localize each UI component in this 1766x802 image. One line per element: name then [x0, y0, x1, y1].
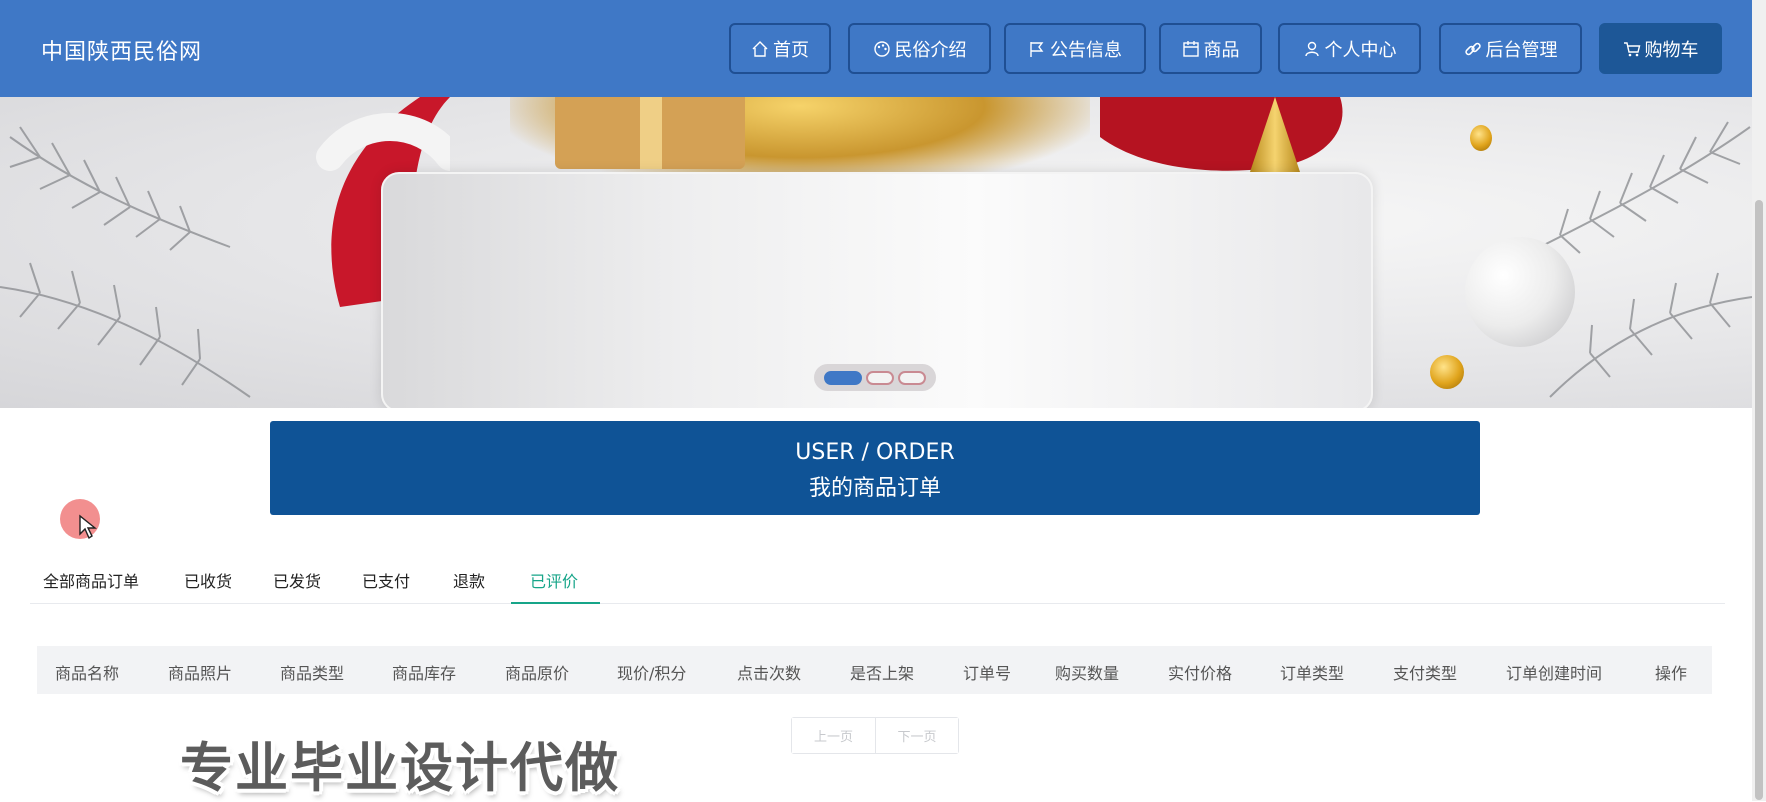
next-page-button[interactable]: 下一页	[875, 718, 958, 753]
nav-admin-label: 后台管理	[1485, 39, 1558, 61]
carousel-dot[interactable]	[898, 370, 926, 385]
column-header: 购买数量	[1055, 664, 1120, 683]
nav-announcement-button[interactable]: 公告信息	[1004, 23, 1146, 74]
page-scrollbar[interactable]	[1752, 0, 1766, 801]
tab-received[interactable]: 已收货	[184, 568, 232, 592]
column-header: 现价/积分	[617, 664, 687, 683]
tab-reviewed[interactable]: 已评价	[530, 568, 578, 592]
nav-home-label: 首页	[773, 39, 809, 61]
red-hat-image	[1100, 97, 1343, 171]
column-header: 订单号	[963, 664, 1012, 683]
prev-page-button[interactable]: 上一页	[792, 718, 875, 753]
gift-box-image	[555, 97, 745, 169]
site-brand[interactable]: 中国陕西民俗网	[41, 34, 202, 66]
carousel-dot[interactable]	[866, 370, 894, 385]
order-status-tabs: 全部商品订单 已收货 已发货 已支付 退款 已评价	[30, 556, 1725, 604]
carousel-indicators	[814, 364, 936, 391]
fern-decoration-left	[0, 126, 251, 398]
nav-user-center-label: 个人中心	[1324, 39, 1397, 61]
pearl-decoration	[1465, 237, 1575, 347]
flag-icon	[1028, 40, 1046, 58]
column-header: 支付类型	[1393, 664, 1458, 683]
nav-announcement-label: 公告信息	[1050, 39, 1122, 61]
column-header: 是否上架	[850, 664, 915, 683]
order-table-header: 商品名称 商品照片 商品类型 商品库存 商品原价 现价/积分 点击次数 是否上架…	[37, 646, 1712, 694]
nav-goods-label: 商品	[1203, 39, 1240, 61]
link-icon	[1464, 40, 1482, 58]
palette-icon	[873, 40, 891, 58]
column-header: 商品类型	[280, 664, 345, 683]
nav-cart-button[interactable]: 购物车	[1599, 23, 1722, 74]
column-header: 商品照片	[168, 664, 233, 683]
tab-shipped[interactable]: 已发货	[273, 568, 321, 592]
column-header: 点击次数	[737, 664, 802, 683]
nav-home-button[interactable]: 首页	[729, 23, 831, 74]
tab-refund[interactable]: 退款	[453, 568, 485, 592]
nav-folk-intro-label: 民俗介绍	[894, 39, 967, 61]
column-header: 实付价格	[1168, 664, 1233, 683]
tab-all-orders[interactable]: 全部商品订单	[43, 568, 139, 592]
watermark-text: 专业毕业设计代做	[180, 738, 620, 799]
calendar-icon	[1182, 40, 1200, 58]
active-tab-indicator	[511, 602, 600, 604]
column-header: 订单创建时间	[1506, 664, 1603, 683]
nav-folk-intro-button[interactable]: 民俗介绍	[848, 23, 991, 74]
gold-coin-decoration	[1470, 125, 1492, 151]
section-title-block: USER / ORDER 我的商品订单	[270, 421, 1480, 515]
column-header: 商品库存	[392, 664, 457, 683]
column-header: 操作	[1655, 664, 1688, 683]
user-icon	[1303, 40, 1321, 58]
column-header: 商品名称	[55, 664, 120, 683]
carousel-dot[interactable]	[824, 370, 862, 385]
banner-carousel[interactable]	[0, 97, 1752, 408]
gold-coin-decoration	[1430, 355, 1464, 389]
nav-user-center-button[interactable]: 个人中心	[1278, 23, 1421, 74]
nav-cart-label: 购物车	[1644, 39, 1699, 61]
pagination: 上一页 下一页	[791, 717, 959, 754]
column-header: 订单类型	[1280, 664, 1345, 683]
mouse-cursor-icon	[79, 514, 97, 540]
nav-goods-button[interactable]: 商品	[1159, 23, 1262, 74]
column-header: 商品原价	[505, 664, 570, 683]
top-navbar: 中国陕西民俗网 首页 民俗介绍 公告信息 商品 个人中心 后台管理 购物车	[0, 0, 1766, 97]
tab-paid[interactable]: 已支付	[362, 568, 410, 592]
scrollbar-thumb[interactable]	[1755, 200, 1763, 800]
section-title-en: USER / ORDER	[795, 440, 955, 465]
section-title-cn: 我的商品订单	[808, 476, 941, 501]
home-icon	[751, 40, 769, 58]
cart-icon	[1623, 40, 1641, 58]
nav-admin-button[interactable]: 后台管理	[1439, 23, 1582, 74]
